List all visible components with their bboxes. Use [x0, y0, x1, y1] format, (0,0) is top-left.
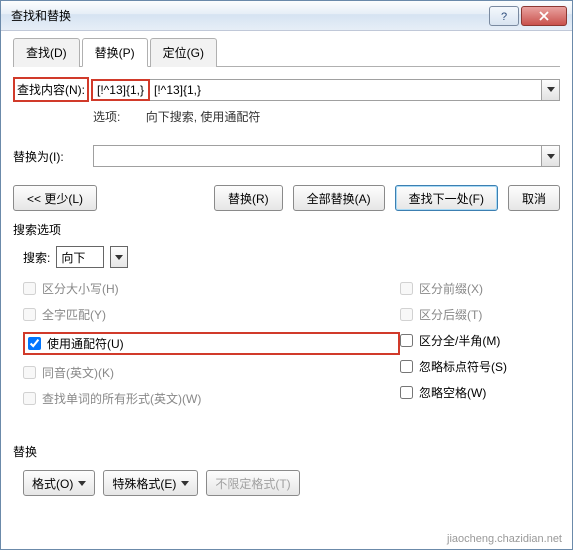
check-whole-word: 全字匹配(Y) [23, 306, 400, 323]
wildcards-checkbox[interactable] [28, 337, 41, 350]
check-ignore-space[interactable]: 忽略空格(W) [400, 384, 560, 401]
direction-value: 向下 [61, 249, 85, 266]
find-input[interactable] [150, 79, 542, 101]
window-title: 查找和替换 [11, 7, 487, 24]
find-input-wrap: [!^13]{1,} [91, 79, 560, 101]
suffix-checkbox [400, 308, 413, 321]
check-sounds-like: 同音(英文)(K) [23, 364, 400, 381]
dialog-window: 查找和替换 ? 查找(D) 替换(P) 定位(G) 查找内容(N): [!^13… [0, 0, 573, 550]
direction-dropdown-btn[interactable] [110, 246, 128, 268]
direction-label: 搜索: [23, 249, 50, 266]
ignore-space-checkbox[interactable] [400, 386, 413, 399]
check-match-case: 区分大小写(H) [23, 280, 400, 297]
check-all-forms: 查找单词的所有形式(英文)(W) [23, 390, 400, 407]
direction-select[interactable]: 向下 [56, 246, 104, 268]
replace-row: 替换为(I): [13, 145, 560, 167]
find-options-line: 选项: 向下搜索, 使用通配符 [93, 108, 560, 125]
check-wildcards-highlight: 使用通配符(U) [23, 332, 400, 355]
help-button[interactable]: ? [489, 6, 519, 26]
replace-input[interactable] [93, 145, 542, 167]
chevron-down-icon [181, 481, 189, 486]
search-direction-row: 搜索: 向下 [23, 246, 560, 268]
find-label: 查找内容(N): [13, 77, 89, 102]
tab-strip: 查找(D) 替换(P) 定位(G) [13, 37, 560, 67]
dialog-content: 查找(D) 替换(P) 定位(G) 查找内容(N): [!^13]{1,} 选项… [1, 31, 572, 506]
left-column: 区分大小写(H) 全字匹配(Y) 使用通配符(U) 同音(英文)(K) 查找单词… [23, 280, 400, 407]
chevron-down-icon [78, 481, 86, 486]
tab-find[interactable]: 查找(D) [13, 38, 80, 67]
ignore-punct-checkbox[interactable] [400, 360, 413, 373]
tab-replace[interactable]: 替换(P) [82, 38, 148, 67]
all-forms-checkbox [23, 392, 36, 405]
tab-goto[interactable]: 定位(G) [150, 38, 217, 67]
svg-text:?: ? [501, 11, 507, 22]
replace-format-label: 替换 [13, 443, 560, 460]
special-format-button[interactable]: 特殊格式(E) [103, 470, 198, 496]
chevron-down-icon [547, 87, 555, 92]
check-prefix: 区分前缀(X) [400, 280, 560, 297]
prefix-checkbox [400, 282, 413, 295]
check-wildcards[interactable]: 使用通配符(U) [28, 335, 124, 352]
check-suffix: 区分后缀(T) [400, 306, 560, 323]
find-value-highlight: [!^13]{1,} [91, 79, 150, 101]
find-row: 查找内容(N): [!^13]{1,} [13, 77, 560, 102]
options-label: 选项: [93, 110, 120, 124]
search-options-label: 搜索选项 [13, 221, 560, 238]
checkbox-columns: 区分大小写(H) 全字匹配(Y) 使用通配符(U) 同音(英文)(K) 查找单词… [23, 280, 560, 407]
format-button[interactable]: 格式(O) [23, 470, 95, 496]
format-buttons: 格式(O) 特殊格式(E) 不限定格式(T) [23, 470, 560, 496]
cancel-button[interactable]: 取消 [508, 185, 560, 211]
replace-dropdown-btn[interactable] [542, 145, 560, 167]
match-case-checkbox [23, 282, 36, 295]
action-buttons: << 更少(L) 替换(R) 全部替换(A) 查找下一处(F) 取消 [13, 185, 560, 211]
options-text: 向下搜索, 使用通配符 [146, 110, 261, 124]
check-ignore-punct[interactable]: 忽略标点符号(S) [400, 358, 560, 375]
replace-label: 替换为(I): [13, 148, 93, 165]
replace-all-button[interactable]: 全部替换(A) [293, 185, 385, 211]
help-icon: ? [498, 10, 510, 22]
sounds-like-checkbox [23, 366, 36, 379]
replace-format-group: 替换 格式(O) 特殊格式(E) 不限定格式(T) [13, 443, 560, 496]
full-half-checkbox[interactable] [400, 334, 413, 347]
watermark: jiaocheng.chazidian.net [447, 533, 562, 545]
chevron-down-icon [115, 255, 123, 260]
find-next-button[interactable]: 查找下一处(F) [395, 185, 498, 211]
titlebar: 查找和替换 ? [1, 1, 572, 31]
right-column: 区分前缀(X) 区分后缀(T) 区分全/半角(M) 忽略标点符号(S) 忽略空格… [400, 280, 560, 407]
whole-word-checkbox [23, 308, 36, 321]
close-button[interactable] [521, 6, 567, 26]
no-format-button: 不限定格式(T) [206, 470, 299, 496]
replace-button[interactable]: 替换(R) [214, 185, 283, 211]
close-icon [538, 10, 550, 22]
replace-input-wrap [93, 145, 560, 167]
check-full-half[interactable]: 区分全/半角(M) [400, 332, 560, 349]
less-button[interactable]: << 更少(L) [13, 185, 97, 211]
chevron-down-icon [547, 154, 555, 159]
find-dropdown-btn[interactable] [542, 79, 560, 101]
